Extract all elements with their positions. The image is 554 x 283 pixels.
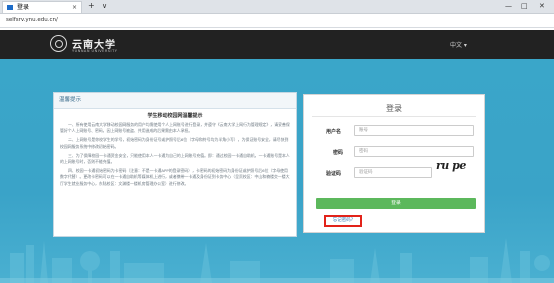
browser-tab[interactable]: 登录 × bbox=[2, 1, 82, 13]
notice-title: 学生移动校园网温馨提示 bbox=[147, 113, 203, 119]
university-logo-subtext: YUNNAN UNIVERSITY bbox=[72, 49, 118, 53]
notice-paragraph: 二、上网账号是你校学生的学号，初始密码为身份证号或护照号后6位（字母和符号均为半… bbox=[60, 137, 289, 149]
password-input[interactable]: 密码 bbox=[354, 146, 474, 157]
close-window-button[interactable]: ✕ bbox=[539, 0, 545, 12]
notice-paragraph: 三、为了保障校园一卡通资金安全，只能使用本人一卡通为自己的上网账号充值。即：通过… bbox=[60, 152, 290, 165]
minimize-button[interactable]: — bbox=[505, 0, 512, 12]
login-panel: 登录 用户名 账号 密码 密码 验证码 验证码 ru pe 登录 忘记密码? bbox=[303, 94, 485, 233]
divider bbox=[312, 116, 476, 117]
new-tab-button[interactable]: + bbox=[88, 0, 95, 12]
notice-body: 一、所有使用云南大学移动校园网服务的用户均需使用个人上网账号进行登录，并遵守《云… bbox=[54, 122, 296, 187]
notice-heading: 温馨提示 bbox=[54, 93, 296, 109]
notice-paragraph: 一、所有使用云南大学移动校园网服务的用户均需使用个人上网账号进行登录，并遵守《云… bbox=[60, 122, 290, 134]
maximize-button[interactable]: □ bbox=[521, 0, 528, 12]
address-bar[interactable]: selfsrv.ynu.edu.cn/ bbox=[0, 14, 554, 28]
captcha-input[interactable]: 验证码 bbox=[354, 167, 432, 178]
login-button[interactable]: 登录 bbox=[316, 198, 476, 209]
captcha-label: 验证码 bbox=[326, 171, 342, 177]
notice-paragraph: 四、校园一卡通初始密码为卡密码（注意：不是一卡通APP的登录密码），卡密码的初始… bbox=[60, 168, 290, 186]
university-seal-icon bbox=[50, 35, 67, 52]
tab-list-button[interactable]: ∨ bbox=[102, 0, 107, 12]
password-label: 密码 bbox=[333, 150, 344, 156]
language-dropdown[interactable]: 中文 ▾ bbox=[450, 40, 467, 49]
tab-close-icon[interactable]: × bbox=[72, 2, 77, 13]
username-input[interactable]: 账号 bbox=[354, 125, 474, 136]
notice-panel: 温馨提示 学生移动校园网温馨提示 一、所有使用云南大学移动校园网服务的用户均需使… bbox=[53, 92, 297, 237]
site-header: 云南大学 YUNNAN UNIVERSITY 中文 ▾ bbox=[0, 30, 554, 59]
captcha-image[interactable]: ru pe bbox=[436, 159, 474, 174]
site-favicon-icon bbox=[7, 5, 13, 10]
login-title: 登录 bbox=[386, 104, 402, 113]
tab-title: 登录 bbox=[17, 4, 30, 11]
forgot-password-link[interactable]: 忘记密码? bbox=[324, 215, 362, 227]
browser-tab-bar: 登录 × + ∨ — □ ✕ bbox=[0, 0, 554, 14]
url-text[interactable]: selfsrv.ynu.edu.cn/ bbox=[6, 16, 58, 25]
username-label: 用户名 bbox=[326, 129, 342, 135]
